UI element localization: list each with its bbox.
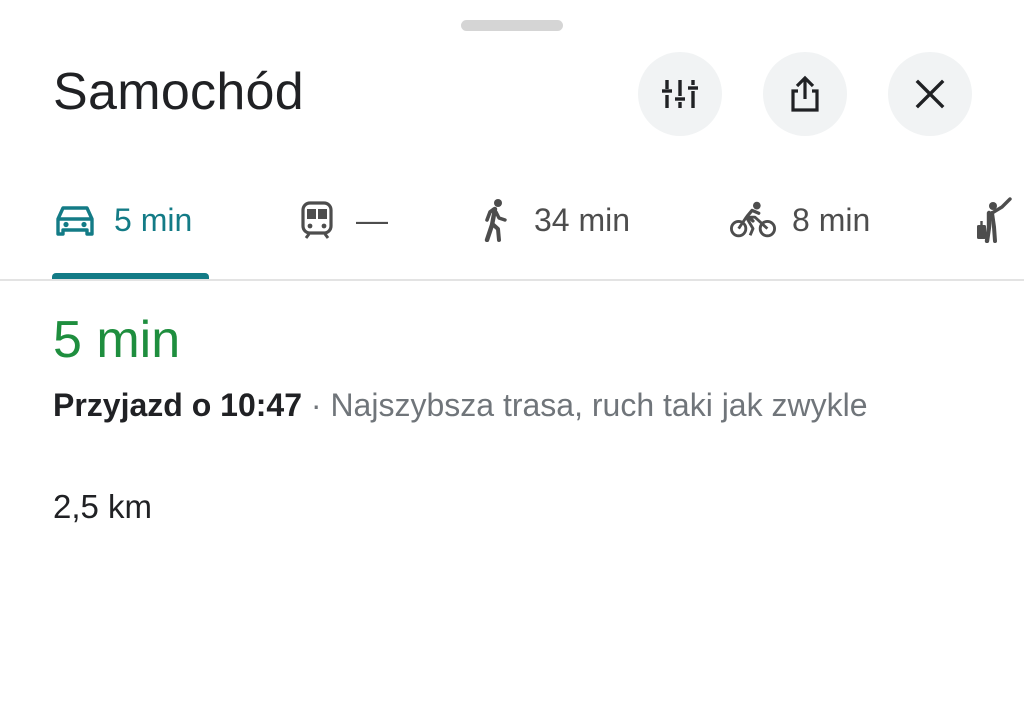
page-title: Samochód bbox=[53, 63, 304, 121]
tab-ride-services[interactable] bbox=[972, 180, 1024, 260]
close-button[interactable] bbox=[888, 52, 972, 136]
share-button[interactable] bbox=[763, 52, 847, 136]
arrival-time: Przyjazd o 10:47 bbox=[53, 387, 302, 423]
share-icon bbox=[785, 74, 825, 114]
route-distance: 2,5 km bbox=[53, 488, 153, 525]
route-summary: Przyjazd o 10:47 · Najszybsza trasa, ruc… bbox=[53, 381, 933, 429]
tab-cycling[interactable]: 8 min bbox=[730, 180, 870, 260]
close-icon bbox=[913, 77, 947, 111]
tune-icon bbox=[660, 74, 700, 114]
bike-icon bbox=[730, 197, 776, 243]
route-options-button[interactable] bbox=[638, 52, 722, 136]
tab-driving[interactable]: 5 min bbox=[52, 180, 192, 260]
tab-transit-label: — bbox=[356, 201, 388, 238]
travel-mode-tabs: 5 min — 34 min 8 min bbox=[0, 180, 1024, 280]
tab-driving-label: 5 min bbox=[114, 201, 193, 238]
route-duration: 5 min bbox=[53, 311, 181, 369]
tabs-divider bbox=[0, 279, 1024, 281]
tab-walking-label: 34 min bbox=[534, 201, 631, 238]
route-description: Najszybsza trasa, ruch taki jak zwykle bbox=[330, 387, 868, 423]
directions-sheet: Samochód 5 min — 34 min 8 min 5 min Przy… bbox=[0, 0, 1024, 716]
tab-cycling-label: 8 min bbox=[792, 201, 871, 238]
walk-icon bbox=[472, 197, 518, 243]
ride-hail-icon bbox=[972, 197, 1018, 243]
drag-handle[interactable] bbox=[461, 20, 563, 31]
summary-separator: · bbox=[302, 387, 331, 423]
tab-walking[interactable]: 34 min bbox=[472, 180, 630, 260]
train-icon bbox=[294, 197, 340, 243]
tab-transit[interactable]: — bbox=[294, 180, 388, 260]
car-icon bbox=[52, 197, 98, 243]
